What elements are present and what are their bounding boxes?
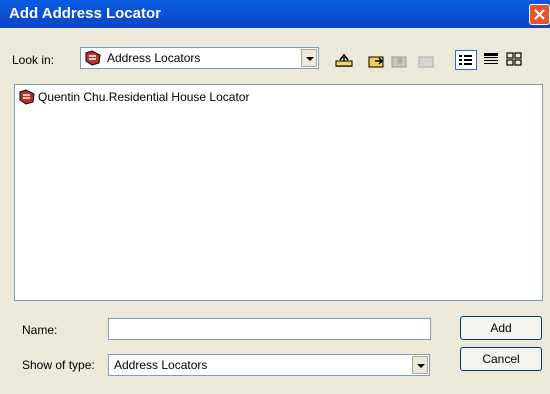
list-view-icon (459, 55, 472, 65)
add-button[interactable]: Add (460, 316, 542, 340)
name-input[interactable] (108, 318, 431, 340)
close-button[interactable] (529, 4, 550, 25)
look-in-value: Address Locators (107, 51, 201, 65)
title-bar: Add Address Locator (0, 0, 550, 28)
thumbnails-view-button[interactable] (504, 50, 526, 70)
up-one-level-icon (335, 53, 353, 67)
show-of-type-dropdown[interactable]: Address Locators (108, 354, 430, 376)
list-view-button[interactable] (455, 50, 477, 70)
name-label: Name: (22, 323, 58, 337)
show-of-type-value: Address Locators (114, 358, 208, 372)
thumbnails-view-icon (506, 52, 522, 66)
look-in-dropdown[interactable]: Address Locators (80, 47, 319, 69)
details-view-button[interactable] (481, 50, 503, 70)
cancel-button[interactable]: Cancel (460, 347, 542, 371)
address-locator-icon (19, 89, 35, 105)
new-folder-button (416, 50, 438, 70)
up-one-level-button[interactable] (333, 50, 355, 70)
disconnect-folder-icon (391, 56, 407, 68)
new-folder-icon (418, 56, 434, 68)
address-locator-icon (85, 50, 101, 66)
file-list[interactable]: Quentin Chu.Residential House Locator (14, 84, 543, 301)
window-title: Add Address Locator (9, 5, 161, 22)
details-view-icon (484, 53, 498, 64)
close-icon (534, 9, 545, 20)
connect-folder-icon (368, 56, 384, 68)
disconnect-folder-button (389, 50, 411, 70)
list-item-label: Quentin Chu.Residential House Locator (38, 90, 250, 104)
look-in-label: Look in: (12, 53, 55, 67)
show-of-type-label: Show of type: (22, 358, 95, 372)
chevron-down-icon[interactable] (412, 356, 428, 374)
connect-folder-button[interactable] (366, 50, 388, 70)
chevron-down-icon[interactable] (301, 49, 317, 67)
